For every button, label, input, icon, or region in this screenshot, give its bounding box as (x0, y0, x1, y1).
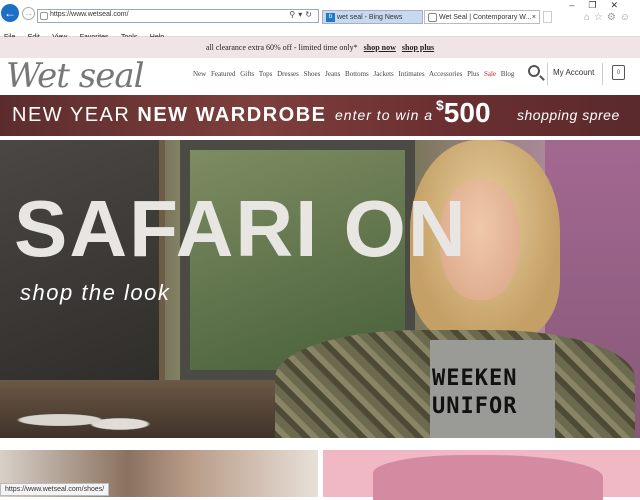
banner-spree-text: shopping spree (517, 107, 620, 123)
browser-titlebar: ← → https://www.wetseal.com/ ⚲▾↻ b wet s… (0, 0, 640, 26)
nav-intimates[interactable]: Intimates (399, 70, 425, 78)
nav-bottoms[interactable]: Bottoms (345, 70, 369, 78)
shop-now-link[interactable]: shop now (364, 43, 396, 52)
promo-tile-shoes[interactable] (323, 450, 640, 500)
back-arrow-icon[interactable]: ← (1, 4, 19, 22)
nav-jeans[interactable]: Jeans (325, 70, 340, 78)
my-account-link[interactable]: My Account (553, 68, 594, 77)
tab-label: wet seal - Bing News (337, 14, 403, 21)
search-icon[interactable] (528, 65, 540, 77)
site-favicon-icon (40, 12, 48, 20)
hero-headline: SAFARI ON (14, 184, 468, 273)
nav-jackets[interactable]: Jackets (374, 70, 394, 78)
nav-blog[interactable]: Blog (501, 70, 515, 78)
forward-arrow-icon[interactable]: → (22, 7, 35, 20)
banner-enter-text: enter to win a (335, 107, 434, 123)
shop-plus-link[interactable]: shop plus (402, 43, 434, 52)
banner-amount: $500 (436, 97, 491, 128)
promo-text: all clearance extra 60% off - limited ti… (205, 43, 358, 52)
nav-featured[interactable]: Featured (211, 70, 236, 78)
shirt-print: WEEKEN UNIFOR (432, 366, 518, 419)
wet-seal-logo[interactable]: Wet seal (6, 58, 144, 94)
shopping-bag-icon[interactable]: 0 (612, 65, 625, 80)
tab-bing-news[interactable]: b wet seal - Bing News (322, 10, 423, 24)
divider (602, 63, 603, 85)
hero-leaves (0, 400, 200, 438)
banner-headline: NEW YEAR NEW WARDROBE (12, 104, 327, 126)
pink-sneaker-image (373, 455, 603, 500)
window-controls[interactable]: –❐✕ (569, 0, 632, 11)
home-star-gear-icons[interactable]: ⌂☆⚙☺ (584, 12, 634, 23)
new-tab-button[interactable] (543, 11, 552, 23)
nav-accessories[interactable]: Accessories (429, 70, 462, 78)
divider (547, 63, 548, 85)
main-nav: New Featured Gifts Tops Dresses Shoes Je… (193, 70, 517, 78)
menu-bar: File Edit View Favorites Tools Help (0, 26, 640, 41)
nav-shoes[interactable]: Shoes (304, 70, 321, 78)
close-tab-icon[interactable]: × (532, 11, 536, 23)
nav-plus[interactable]: Plus (467, 70, 479, 78)
page-icon (428, 13, 437, 22)
nav-sale[interactable]: Sale (484, 70, 496, 78)
nav-dresses[interactable]: Dresses (277, 70, 299, 78)
promo-bar: all clearance extra 60% off - limited ti… (0, 37, 640, 58)
address-tools-icon[interactable]: ⚲▾↻ (289, 10, 315, 19)
site-header: Wet seal New Featured Gifts Tops Dresses… (0, 58, 640, 95)
tab-wet-seal[interactable]: Wet Seal | Contemporary W... × (424, 10, 540, 24)
hero-image[interactable]: WEEKEN UNIFOR SAFARI ON shop the look (0, 140, 640, 438)
nav-gifts[interactable]: Gifts (240, 70, 254, 78)
nav-tops[interactable]: Tops (259, 70, 273, 78)
bing-icon: b (326, 13, 335, 22)
nav-new[interactable]: New (193, 70, 206, 78)
address-bar[interactable]: https://www.wetseal.com/ ⚲▾↻ (37, 9, 319, 23)
address-url[interactable]: https://www.wetseal.com/ (50, 11, 129, 18)
shop-the-look-link[interactable]: shop the look (20, 280, 170, 306)
status-bar-url: https://www.wetseal.com/shoes/ (0, 483, 110, 496)
promo-banner[interactable]: NEW YEAR NEW WARDROBE enter to win a $50… (0, 95, 640, 136)
tab-label: Wet Seal | Contemporary W... (439, 14, 532, 21)
